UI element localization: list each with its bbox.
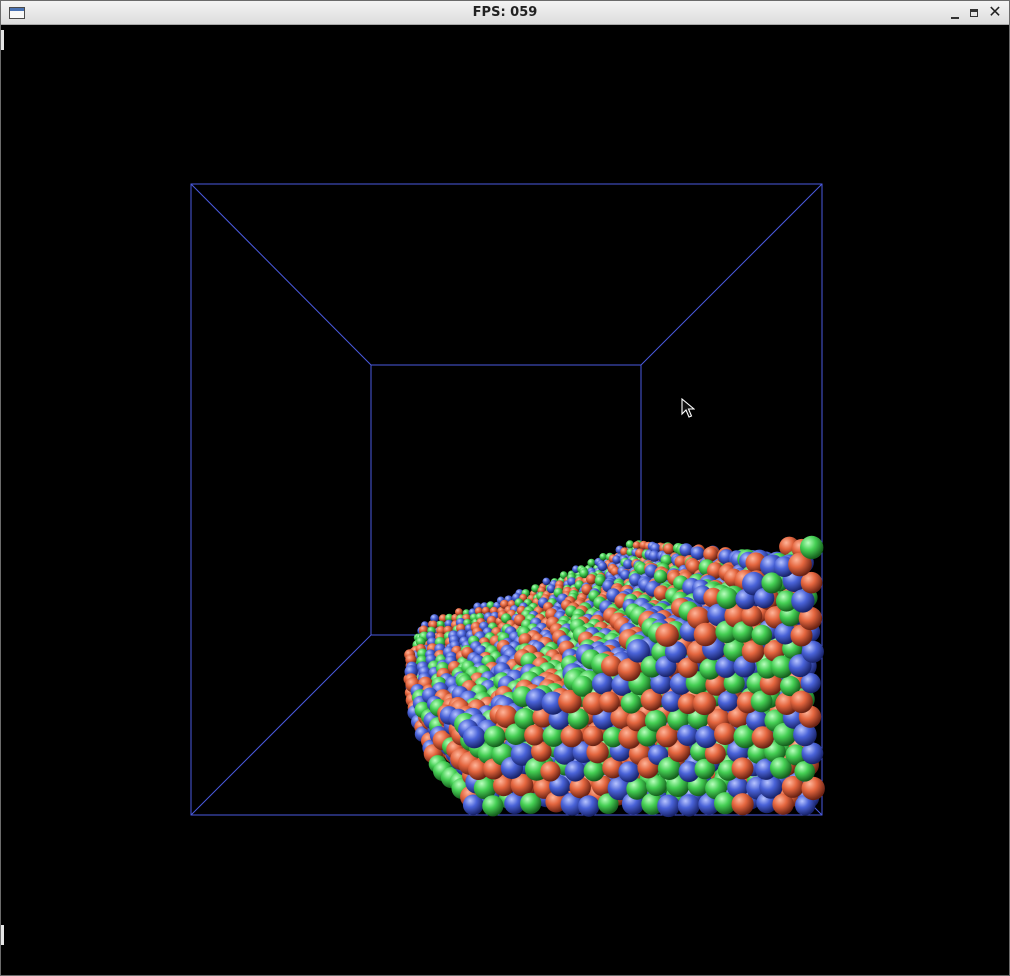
- close-icon: ✕: [988, 2, 1002, 21]
- particle-sphere: [703, 546, 718, 562]
- close-button[interactable]: ✕: [987, 2, 1003, 21]
- box-edge-top-left: [190, 183, 372, 366]
- minimize-button[interactable]: [947, 5, 963, 21]
- box-edge-top-right: [640, 183, 823, 366]
- simulation-scene: [190, 183, 825, 818]
- simulation-window: FPS: 059 ✕: [0, 0, 1010, 976]
- maximize-icon: [970, 9, 978, 17]
- particle-sphere: [663, 543, 675, 555]
- title-bar[interactable]: FPS: 059 ✕: [1, 1, 1009, 25]
- particle-sphere: [586, 574, 597, 585]
- window-controls: ✕: [947, 2, 1003, 21]
- particle-sphere: [653, 569, 668, 584]
- opengl-viewport[interactable]: [1, 25, 1009, 975]
- particle-sphere: [587, 558, 596, 567]
- maximize-button[interactable]: [967, 5, 983, 21]
- particle-pile: [403, 535, 825, 818]
- particle-sphere: [597, 561, 608, 572]
- minimize-icon: [951, 17, 959, 19]
- box-edge-bottom-left: [190, 634, 372, 816]
- window-title: FPS: 059: [472, 5, 538, 20]
- particle-sphere: [625, 540, 635, 549]
- particle-sphere: [542, 577, 551, 586]
